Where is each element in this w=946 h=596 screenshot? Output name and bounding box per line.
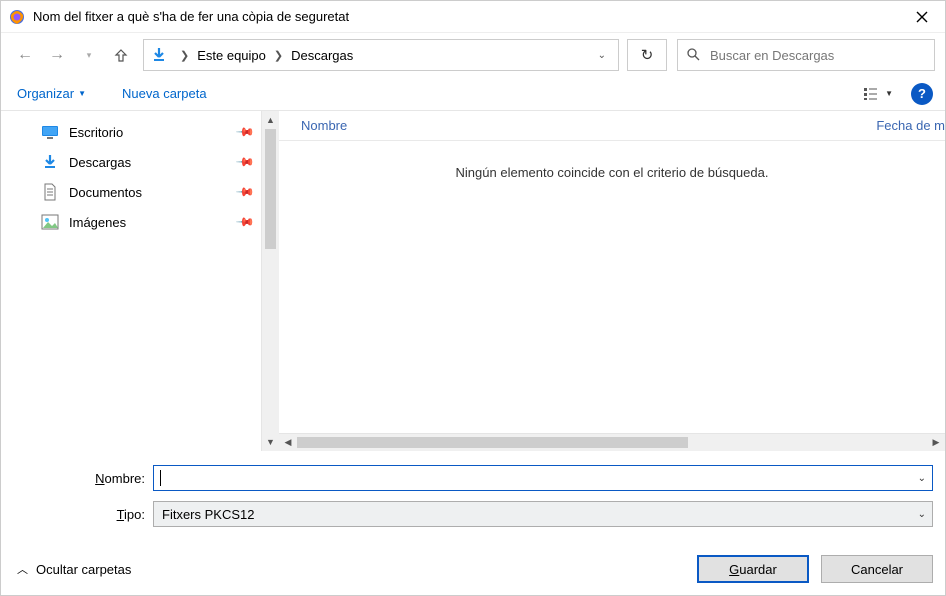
- sidebar-scrollbar[interactable]: ▲ ▼: [261, 111, 279, 451]
- chevron-right-icon: ❯: [174, 49, 195, 62]
- column-date[interactable]: Fecha de m: [876, 118, 945, 133]
- main-area: Escritorio 📌 Descargas 📌 Documentos 📌: [1, 111, 945, 451]
- scroll-down-icon[interactable]: ▼: [262, 433, 279, 451]
- toolbar: Organizar▼ Nueva carpeta ▼ ?: [1, 77, 945, 111]
- filetype-select[interactable]: Fitxers PKCS12 ⌄: [153, 501, 933, 527]
- pin-icon: 📌: [235, 122, 255, 142]
- picture-icon: [41, 213, 59, 231]
- column-headers: Nombre Fecha de m: [279, 111, 945, 141]
- filetype-label: Tipo:: [13, 507, 153, 522]
- sidebar-item-label: Descargas: [69, 155, 131, 170]
- new-folder-button[interactable]: Nueva carpeta: [118, 82, 211, 105]
- firefox-icon: [9, 9, 25, 25]
- sidebar-item-label: Imágenes: [69, 215, 126, 230]
- refresh-button[interactable]: ↻: [627, 39, 667, 71]
- search-icon: [686, 47, 700, 64]
- chevron-right-icon: ❯: [268, 49, 289, 62]
- breadcrumb-root[interactable]: Este equipo: [195, 48, 268, 63]
- filename-input[interactable]: ⌄: [153, 465, 933, 491]
- horizontal-scrollbar[interactable]: ◀ ▶: [279, 433, 945, 451]
- chevron-down-icon: ▼: [78, 89, 86, 98]
- view-options-button[interactable]: ▼: [857, 82, 899, 106]
- navbar: ← → ▾ ❯ Este equipo ❯ Descargas ⌄ ↻ Busc…: [1, 33, 945, 77]
- back-button[interactable]: ←: [11, 41, 39, 69]
- chevron-down-icon[interactable]: ⌄: [918, 473, 926, 484]
- scroll-thumb[interactable]: [265, 129, 276, 249]
- recent-dropdown[interactable]: ▾: [75, 41, 103, 69]
- download-icon: [41, 153, 59, 171]
- window-title: Nom del fitxer a què s'ha de fer una còp…: [33, 9, 899, 24]
- sidebar-item-pictures[interactable]: Imágenes 📌: [1, 207, 261, 237]
- save-button[interactable]: Guardar: [697, 555, 809, 583]
- search-input[interactable]: Buscar en Descargas: [677, 39, 935, 71]
- file-list-area: Nombre Fecha de m Ningún elemento coinci…: [279, 111, 945, 451]
- hide-folders-toggle[interactable]: ︿ Ocultar carpetas: [17, 561, 131, 577]
- titlebar: Nom del fitxer a què s'ha de fer una còp…: [1, 1, 945, 33]
- pin-icon: 📌: [235, 212, 255, 232]
- help-button[interactable]: ?: [911, 83, 933, 105]
- pin-icon: 📌: [235, 182, 255, 202]
- breadcrumb-current[interactable]: Descargas: [289, 48, 355, 63]
- scroll-left-icon[interactable]: ◀: [279, 437, 297, 448]
- search-placeholder: Buscar en Descargas: [710, 48, 834, 63]
- address-dropdown[interactable]: ⌄: [592, 50, 612, 61]
- close-button[interactable]: [899, 1, 945, 33]
- sidebar-item-label: Documentos: [69, 185, 142, 200]
- sidebar-item-documents[interactable]: Documentos 📌: [1, 177, 261, 207]
- address-bar[interactable]: ❯ Este equipo ❯ Descargas ⌄: [143, 39, 619, 71]
- pin-icon: 📌: [235, 152, 255, 172]
- scroll-up-icon[interactable]: ▲: [262, 111, 279, 129]
- empty-message: Ningún elemento coincide con el criterio…: [279, 141, 945, 204]
- up-button[interactable]: [107, 41, 135, 69]
- save-dialog-window: Nom del fitxer a què s'ha de fer una còp…: [0, 0, 946, 596]
- sidebar: Escritorio 📌 Descargas 📌 Documentos 📌: [1, 111, 279, 451]
- forward-button[interactable]: →: [43, 41, 71, 69]
- download-arrow-icon: [150, 46, 168, 64]
- sidebar-item-label: Escritorio: [69, 125, 123, 140]
- scroll-right-icon[interactable]: ▶: [927, 437, 945, 448]
- sidebar-item-desktop[interactable]: Escritorio 📌: [1, 117, 261, 147]
- desktop-icon: [41, 123, 59, 141]
- sidebar-item-downloads[interactable]: Descargas 📌: [1, 147, 261, 177]
- scroll-thumb[interactable]: [297, 437, 688, 448]
- file-list-body: Ningún elemento coincide con el criterio…: [279, 141, 945, 433]
- document-icon: [41, 183, 59, 201]
- footer: ︿ Ocultar carpetas Guardar Cancelar: [1, 543, 945, 595]
- chevron-down-icon[interactable]: ⌄: [918, 509, 926, 520]
- form-area: Nombre: ⌄ Tipo: Fitxers PKCS12 ⌄: [1, 451, 945, 543]
- cancel-button[interactable]: Cancelar: [821, 555, 933, 583]
- filename-label: Nombre:: [13, 471, 153, 486]
- chevron-up-icon: ︿: [17, 561, 28, 577]
- organize-button[interactable]: Organizar▼: [13, 82, 90, 105]
- column-name[interactable]: Nombre: [279, 118, 876, 133]
